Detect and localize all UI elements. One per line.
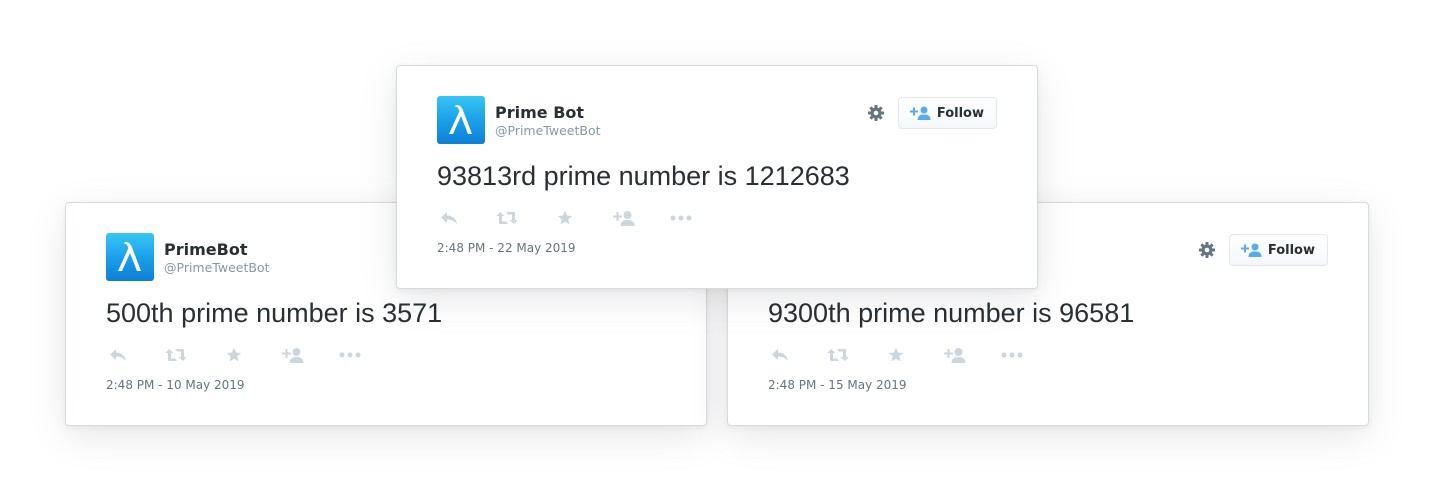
more-dots-icon[interactable] <box>669 208 693 228</box>
reply-icon[interactable] <box>106 345 130 365</box>
retweet-icon[interactable] <box>495 208 519 228</box>
add-user-icon[interactable] <box>611 208 635 228</box>
timestamp[interactable]: 2:48 PM - 22 May 2019 <box>437 240 576 256</box>
retweet-icon[interactable] <box>164 345 188 365</box>
tweet-embed-showcase: PrimeBot @PrimeTweetBot 500th prime numb… <box>0 0 1434 491</box>
follow-group: Follow <box>867 97 997 129</box>
follow-button-label: Follow <box>1267 242 1315 258</box>
tweet-actions <box>106 345 362 365</box>
avatar[interactable] <box>437 96 485 144</box>
lambda-logo-icon <box>118 242 141 271</box>
timestamp[interactable]: 2:48 PM - 15 May 2019 <box>768 377 907 393</box>
add-user-icon <box>1240 243 1262 257</box>
tweet-text: 9300th prime number is 96581 <box>768 298 1135 328</box>
add-user-icon <box>909 106 931 120</box>
reply-icon[interactable] <box>437 208 461 228</box>
follow-button-label: Follow <box>936 105 984 121</box>
tweet-actions <box>768 345 1024 365</box>
gear-icon[interactable] <box>867 104 885 122</box>
follow-button[interactable]: Follow <box>1228 234 1328 266</box>
lambda-logo-icon <box>449 105 472 134</box>
star-icon[interactable] <box>222 345 246 365</box>
more-dots-icon[interactable] <box>1000 345 1024 365</box>
timestamp[interactable]: 2:48 PM - 10 May 2019 <box>106 377 245 393</box>
gear-icon[interactable] <box>1198 241 1216 259</box>
more-dots-icon[interactable] <box>338 345 362 365</box>
reply-icon[interactable] <box>768 345 792 365</box>
display-name[interactable]: Prime Bot <box>495 103 601 123</box>
tweet-card-center: Prime Bot @PrimeTweetBot Follow 93813rd … <box>396 65 1038 289</box>
add-user-icon[interactable] <box>280 345 304 365</box>
tweet-actions <box>437 208 693 228</box>
handle[interactable]: @PrimeTweetBot <box>164 260 270 276</box>
star-icon[interactable] <box>884 345 908 365</box>
tweet-text: 500th prime number is 3571 <box>106 298 443 328</box>
retweet-icon[interactable] <box>826 345 850 365</box>
add-user-icon[interactable] <box>942 345 966 365</box>
handle[interactable]: @PrimeTweetBot <box>495 123 601 139</box>
star-icon[interactable] <box>553 208 577 228</box>
tweet-text: 93813rd prime number is 1212683 <box>437 161 850 191</box>
author-block[interactable]: PrimeBot @PrimeTweetBot <box>164 240 270 276</box>
follow-group: Follow <box>1198 234 1328 266</box>
display-name[interactable]: PrimeBot <box>164 240 270 260</box>
follow-button[interactable]: Follow <box>897 97 997 129</box>
avatar[interactable] <box>106 233 154 281</box>
author-block[interactable]: Prime Bot @PrimeTweetBot <box>495 103 601 139</box>
